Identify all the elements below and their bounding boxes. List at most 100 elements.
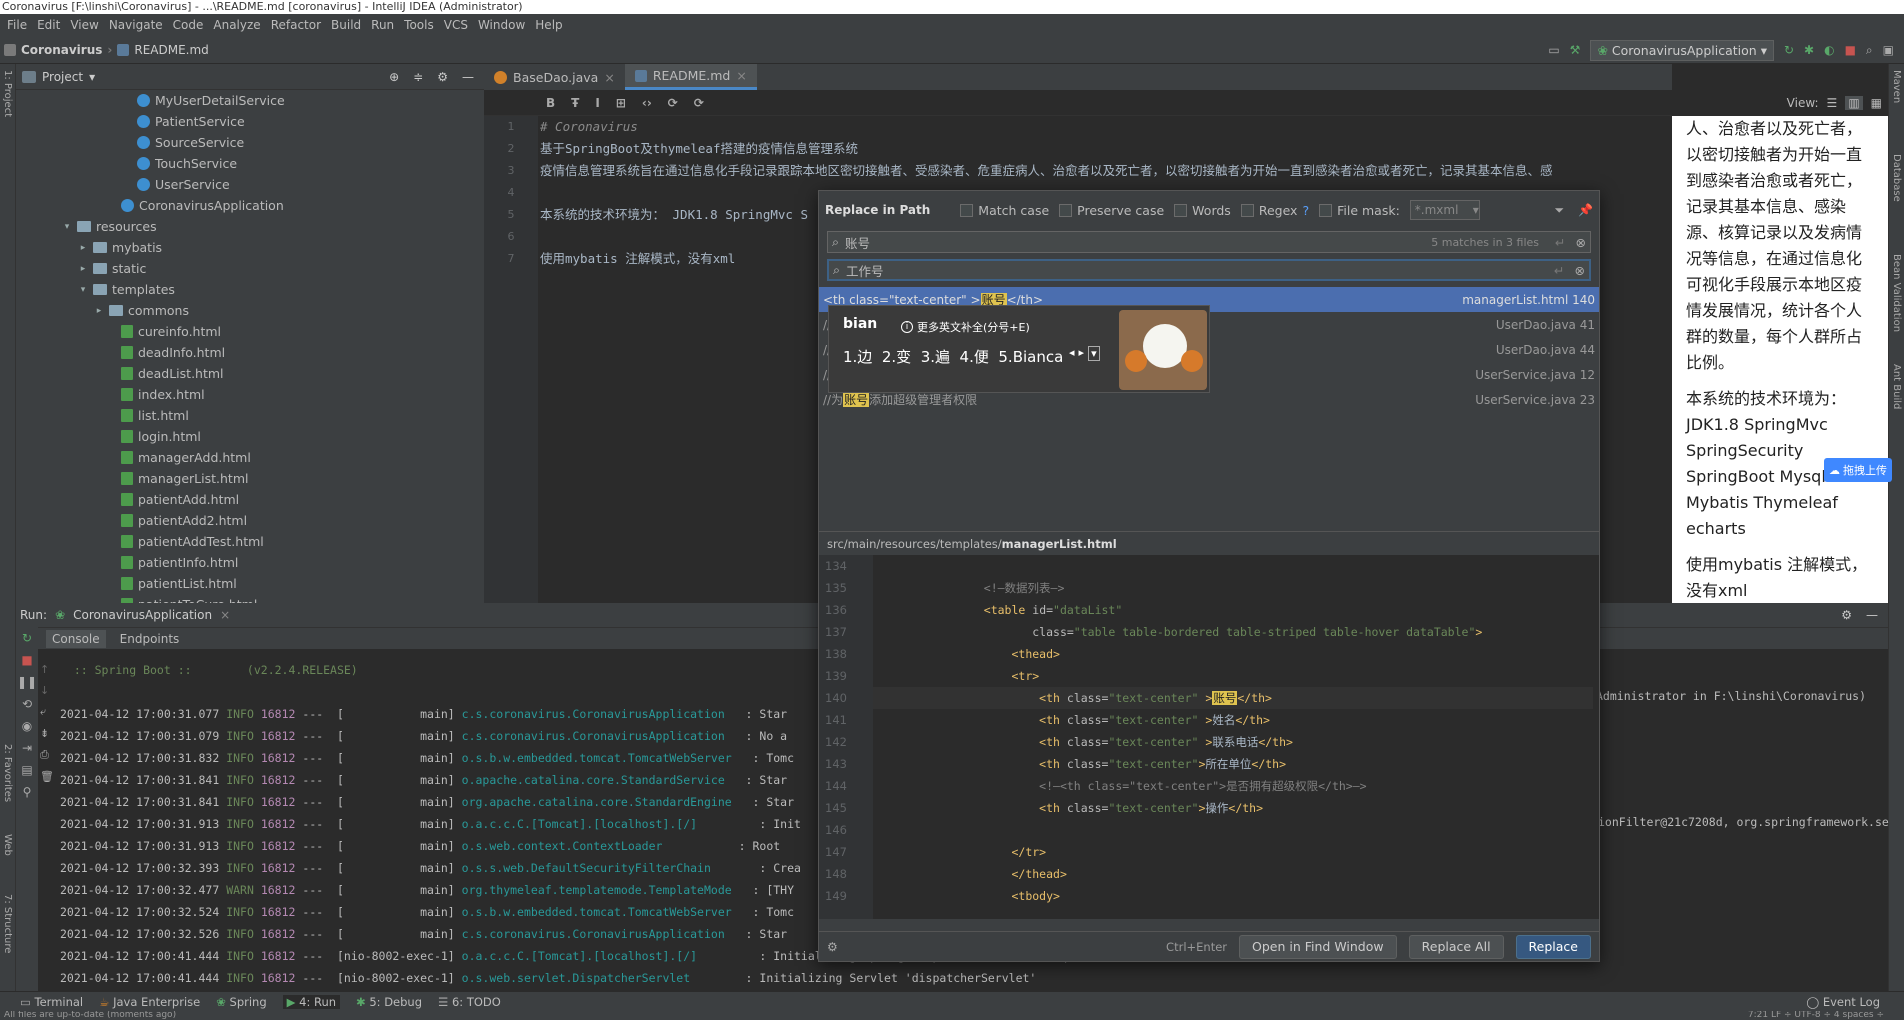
stop-icon[interactable]: ■ xyxy=(16,653,38,667)
exit-icon[interactable]: ⇥ xyxy=(16,741,38,755)
tab-todo[interactable]: ☰ 6: TODO xyxy=(438,995,501,1009)
tree-item[interactable]: SourceService xyxy=(16,132,484,153)
tree-item[interactable]: ▾ templates xyxy=(16,279,484,300)
md-tool-5-icon[interactable]: ⟳ xyxy=(668,96,678,110)
replace-button[interactable]: Replace xyxy=(1515,934,1591,959)
wrap-icon[interactable]: ⤶ xyxy=(40,705,60,719)
tree-item[interactable]: PatientService xyxy=(16,111,484,132)
stripe-web[interactable]: Web xyxy=(2,834,13,856)
replace-input[interactable]: ⌕ 工作号 ↵ ⊗ xyxy=(827,259,1591,281)
close-icon[interactable]: × xyxy=(736,68,746,83)
tree-item[interactable]: patientList.html xyxy=(16,573,484,594)
stripe-project[interactable]: 1: Project xyxy=(2,70,13,117)
stripe-database[interactable]: Database xyxy=(1891,154,1902,202)
ime-hint[interactable]: 更多英文补全(分号+E) xyxy=(917,319,1030,335)
preview-only-icon[interactable]: ▦ xyxy=(1871,96,1882,110)
menu-view[interactable]: View xyxy=(65,18,103,32)
gear-icon[interactable]: ⚙ xyxy=(827,940,838,954)
close-icon[interactable]: × xyxy=(604,70,614,85)
tree-item[interactable]: managerList.html xyxy=(16,468,484,489)
tree-item[interactable]: managerAdd.html xyxy=(16,447,484,468)
stripe-maven[interactable]: Maven xyxy=(1891,70,1902,103)
clear-icon[interactable]: ⊗ xyxy=(1575,263,1585,278)
menu-run[interactable]: Run xyxy=(366,18,399,32)
menu-edit[interactable]: Edit xyxy=(32,18,65,32)
md-tool-4-icon[interactable]: ‹› xyxy=(642,96,652,110)
camera-icon[interactable]: ◉ xyxy=(16,719,38,733)
rerun-icon[interactable]: ↻ xyxy=(1784,43,1794,57)
breadcrumb-project[interactable]: Coronavirus xyxy=(21,43,102,57)
expand-arrow-icon[interactable]: ▸ xyxy=(94,306,104,316)
menu-help[interactable]: Help xyxy=(530,18,567,32)
file-mask-checkbox[interactable]: File mask: xyxy=(1319,203,1400,218)
locate-icon[interactable]: ⊕ xyxy=(389,70,399,84)
md-tool-1-icon[interactable]: Ŧ xyxy=(571,96,579,110)
stripe-favorites[interactable]: 2: Favorites xyxy=(2,744,13,802)
up-arrow-icon[interactable]: ↑ xyxy=(40,663,60,676)
pin-icon[interactable]: 📌 xyxy=(1578,203,1593,218)
newline-icon[interactable]: ↵ xyxy=(1555,235,1565,250)
md-tool-3-icon[interactable]: ⊞ xyxy=(616,96,626,110)
coverage-icon[interactable]: ◐ xyxy=(1824,43,1834,57)
project-panel-title[interactable]: Project xyxy=(42,70,83,84)
scroll-end-icon[interactable]: ⇟ xyxy=(40,727,60,740)
event-log-button[interactable]: ◯ Event Log xyxy=(1806,995,1904,1009)
gear-icon[interactable]: ⚙ xyxy=(1841,608,1852,622)
newline-icon[interactable]: ↵ xyxy=(1554,263,1564,278)
file-mask-select[interactable]: *.mxml ▾ xyxy=(1409,200,1480,220)
menu-build[interactable]: Build xyxy=(326,18,366,32)
menu-analyze[interactable]: Analyze xyxy=(208,18,265,32)
chevron-down-icon[interactable]: ▾ xyxy=(89,70,95,84)
layout-icon[interactable]: ▤ xyxy=(16,763,38,777)
tree-item[interactable]: patientToCure.html xyxy=(16,594,484,603)
gear-icon[interactable]: ⚙ xyxy=(437,70,448,84)
filter-icon[interactable]: ⏷ xyxy=(1554,203,1564,218)
open-in-find-window-button[interactable]: Open in Find Window xyxy=(1239,934,1397,959)
status-right[interactable]: 7:21 LF ÷ UTF-8 ÷ 4 spaces ÷ xyxy=(1748,1011,1884,1020)
tab-readme[interactable]: README.md × xyxy=(624,64,757,90)
menu-code[interactable]: Code xyxy=(168,18,209,32)
tree-item[interactable]: patientAddTest.html xyxy=(16,531,484,552)
stop-icon[interactable]: ■ xyxy=(1845,43,1856,57)
preview-code[interactable]: 134 135 136 137 138 139 140 141 142 143 144 145 146 1… xyxy=(819,555,1599,919)
pin-icon[interactable]: ⚲ xyxy=(16,785,38,799)
tree-item[interactable]: ▸ static xyxy=(16,258,484,279)
tree-item[interactable]: deadInfo.html xyxy=(16,342,484,363)
menu-file[interactable]: File xyxy=(2,18,32,32)
print-icon[interactable]: ⎙ xyxy=(40,748,60,762)
stripe-bean-validation[interactable]: Bean Validation xyxy=(1891,254,1902,332)
tab-debug[interactable]: ✱ 5: Debug xyxy=(356,995,422,1009)
tab-terminal[interactable]: ▭ Terminal xyxy=(20,995,83,1009)
menu-tools[interactable]: Tools xyxy=(399,18,439,32)
drag-upload-button[interactable]: ☁ 拖拽上传 xyxy=(1824,458,1892,482)
menu-refactor[interactable]: Refactor xyxy=(266,18,326,32)
clear-icon[interactable]: ⊗ xyxy=(1576,235,1586,250)
tree-item[interactable]: cureinfo.html xyxy=(16,321,484,342)
ime-candidates[interactable]: 1.边 2.变 3.遍 4.便 5.Bianca xyxy=(843,346,1063,367)
editor-only-icon[interactable]: ☰ xyxy=(1827,96,1838,110)
tab-java-enterprise[interactable]: ☕ Java Enterprise xyxy=(99,995,200,1009)
expand-arrow-icon[interactable]: ▾ xyxy=(78,285,88,295)
tree-item[interactable]: index.html xyxy=(16,384,484,405)
md-tool-0-icon[interactable]: B xyxy=(546,96,555,110)
replace-all-button[interactable]: Replace All xyxy=(1408,934,1504,959)
tree-item[interactable]: patientAdd.html xyxy=(16,489,484,510)
preserve-case-checkbox[interactable]: Preserve case xyxy=(1059,203,1164,218)
menu-navigate[interactable]: Navigate xyxy=(104,18,168,32)
tree-item[interactable]: ▸ mybatis xyxy=(16,237,484,258)
tab-run[interactable]: ▶ 4: Run xyxy=(282,994,341,1009)
debug-icon[interactable]: ✱ xyxy=(1804,43,1814,57)
run-config-tab[interactable]: CoronavirusApplication xyxy=(73,608,212,622)
tree-item[interactable]: MyUserDetailService xyxy=(16,90,484,111)
breadcrumb-file[interactable]: README.md xyxy=(134,43,208,57)
tree-item[interactable]: patientInfo.html xyxy=(16,552,484,573)
search-input[interactable]: ⌕ 账号 5 matches in 3 files ↵ ⊗ xyxy=(827,231,1591,253)
tree-item[interactable]: list.html xyxy=(16,405,484,426)
minimize-icon[interactable]: — xyxy=(1866,608,1878,622)
tree-item[interactable]: deadList.html xyxy=(16,363,484,384)
tab-basedao[interactable]: BaseDao.java × xyxy=(484,64,625,90)
md-tool-2-icon[interactable]: I xyxy=(595,96,599,110)
tree-item[interactable]: ▾ resources xyxy=(16,216,484,237)
tab-console[interactable]: Console xyxy=(46,629,106,648)
search-everywhere-icon[interactable]: ⌕ xyxy=(1866,43,1873,58)
